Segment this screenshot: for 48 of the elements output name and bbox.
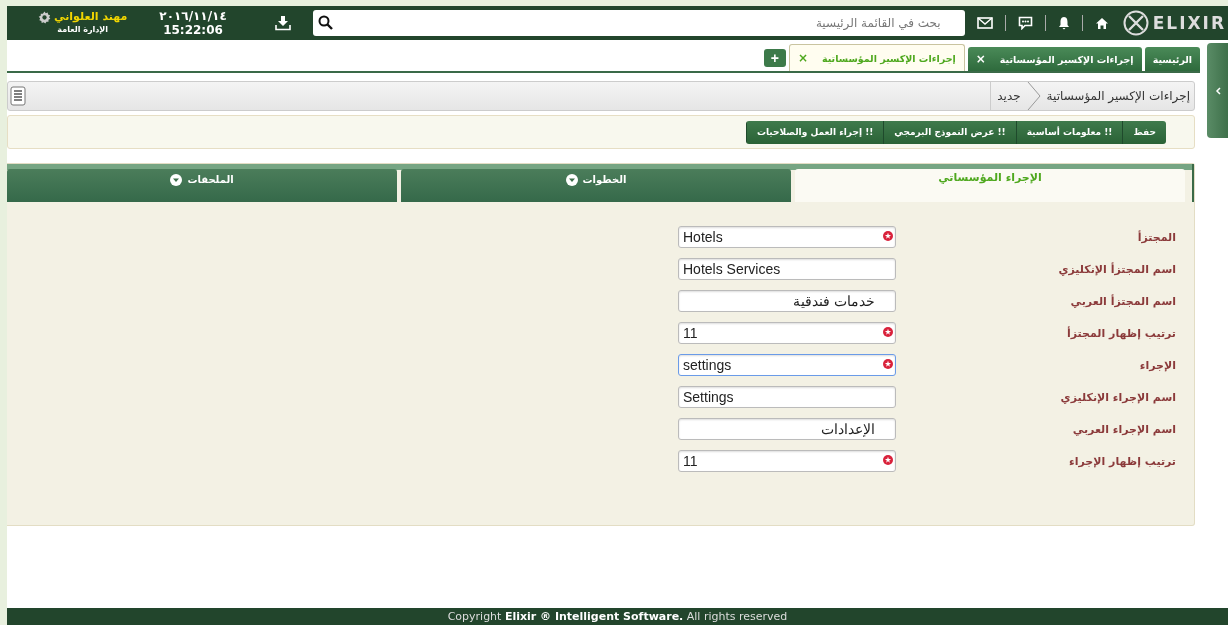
date-text: ٢٠١٦/١١/١٤	[159, 9, 227, 23]
tab[interactable]: الرئيسية	[1144, 47, 1201, 71]
search-icon	[317, 15, 333, 30]
tab[interactable]: إجراءات الإكسير المؤسساتية ×	[967, 47, 1142, 71]
chat-icon[interactable]	[1017, 16, 1033, 30]
input-field[interactable]: Hotels Services	[678, 258, 896, 280]
add-tab-button[interactable]: +	[763, 49, 786, 67]
field-label: اسم المجتزأ الإنكليزي	[1057, 262, 1176, 276]
field-label: ترتيب إظهار المجتزأ	[1065, 326, 1176, 340]
toolbar-button[interactable]: !! إجراء العمل والصلاحيات	[745, 120, 884, 144]
input-field[interactable]: Hotels	[678, 226, 896, 248]
home-icon[interactable]	[1094, 16, 1109, 30]
close-tab-icon[interactable]: ×	[975, 52, 986, 66]
list-icon[interactable]	[10, 86, 26, 106]
input-field[interactable]: settings	[678, 354, 896, 376]
section-tab[interactable]: الملحقات	[7, 169, 397, 202]
search-field[interactable]: بحث في القائمة الرئيسية	[312, 10, 965, 36]
chevron-down-icon	[170, 174, 183, 186]
logo-text: ELIXIR	[1152, 13, 1226, 33]
breadcrumb-item: جديد	[997, 89, 1021, 103]
field-label: ترتيب إظهار الإجراء	[1068, 454, 1176, 468]
bell-icon[interactable]	[1057, 16, 1070, 30]
toolbar-button[interactable]: !! عرض النموذج البرمجي	[883, 120, 1016, 144]
user-role: الإدارة العامة	[57, 23, 109, 36]
mail-icon[interactable]	[976, 17, 993, 29]
field-label: المجتزأ	[1136, 230, 1176, 244]
section-tab[interactable]: الخطوات	[401, 169, 791, 202]
input-field[interactable]: الإعدادات	[678, 418, 896, 440]
chevron-left-icon	[1214, 86, 1221, 95]
download-icon[interactable]	[274, 15, 291, 31]
chevron-icon	[1026, 81, 1041, 111]
field-label: اسم الإجراء الإنكليزي	[1059, 390, 1176, 404]
input-field[interactable]: Settings	[678, 386, 896, 408]
side-panel-handle[interactable]	[1207, 43, 1228, 138]
gear-icon[interactable]	[38, 10, 52, 24]
toolbar-button[interactable]: حفظ	[1122, 120, 1166, 144]
input-field[interactable]: 11	[678, 322, 896, 344]
field-label: اسم المجتزأ العربي	[1069, 294, 1176, 308]
field-label: اسم الإجراء العربي	[1071, 422, 1176, 436]
copyright-text: Copyright Elixir ® Intelligent Software. All rights reserved	[447, 610, 788, 623]
time-text: 15:22:06	[163, 23, 223, 37]
input-field[interactable]: 11	[678, 450, 896, 472]
field-label: الإجراء	[1138, 358, 1176, 372]
toolbar-button[interactable]: !! معلومات أساسية	[1015, 120, 1123, 144]
input-field[interactable]: خدمات فندقية	[678, 290, 896, 312]
user-name[interactable]: مهند العلواني	[54, 11, 128, 23]
chevron-down-icon	[565, 174, 578, 186]
breadcrumb-item[interactable]: إجراءات الإكسير المؤسساتية	[1046, 89, 1190, 103]
